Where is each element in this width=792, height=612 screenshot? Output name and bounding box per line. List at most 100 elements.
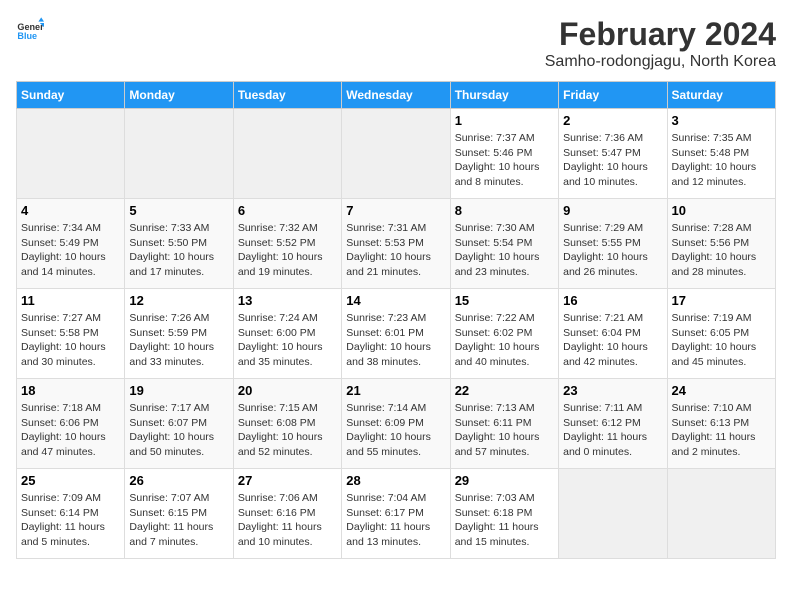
- day-number: 22: [455, 383, 554, 398]
- calendar-cell: 13 Sunrise: 7:24 AM Sunset: 6:00 PM Dayli…: [233, 289, 341, 379]
- day-number: 20: [238, 383, 337, 398]
- calendar-cell: 19 Sunrise: 7:17 AM Sunset: 6:07 PM Dayli…: [125, 379, 233, 469]
- cell-content: Sunrise: 7:24 AM Sunset: 6:00 PM Dayligh…: [238, 311, 337, 370]
- day-number: 15: [455, 293, 554, 308]
- cell-content: Sunrise: 7:22 AM Sunset: 6:02 PM Dayligh…: [455, 311, 554, 370]
- day-number: 6: [238, 203, 337, 218]
- calendar-cell: 17 Sunrise: 7:19 AM Sunset: 6:05 PM Dayli…: [667, 289, 775, 379]
- cell-content: Sunrise: 7:27 AM Sunset: 5:58 PM Dayligh…: [21, 311, 120, 370]
- day-number: 24: [672, 383, 771, 398]
- calendar-cell: 9Sunrise: 7:29 AM Sunset: 5:55 PM Daylig…: [559, 199, 667, 289]
- day-number: 11: [21, 293, 120, 308]
- calendar-cell: 11 Sunrise: 7:27 AM Sunset: 5:58 PM Dayli…: [17, 289, 125, 379]
- calendar-cell: 29 Sunrise: 7:03 AM Sunset: 6:18 PM Dayli…: [450, 469, 558, 559]
- calendar-table: SundayMondayTuesdayWednesdayThursdayFrid…: [16, 81, 776, 559]
- day-number: 7: [346, 203, 445, 218]
- day-header: Monday: [125, 82, 233, 109]
- calendar-cell: 24 Sunrise: 7:10 AM Sunset: 6:13 PM Dayli…: [667, 379, 775, 469]
- cell-content: Sunrise: 7:11 AM Sunset: 6:12 PM Dayligh…: [563, 401, 662, 460]
- calendar-cell: 2 Sunrise: 7:36 AM Sunset: 5:47 PM Daylig…: [559, 109, 667, 199]
- day-header: Saturday: [667, 82, 775, 109]
- header-row: SundayMondayTuesdayWednesdayThursdayFrid…: [17, 82, 776, 109]
- cell-content: Sunrise: 7:28 AM Sunset: 5:56 PM Dayligh…: [672, 221, 771, 280]
- calendar-cell: 28 Sunrise: 7:04 AM Sunset: 6:17 PM Dayli…: [342, 469, 450, 559]
- calendar-cell: 22 Sunrise: 7:13 AM Sunset: 6:11 PM Dayli…: [450, 379, 558, 469]
- cell-content: Sunrise: 7:18 AM Sunset: 6:06 PM Dayligh…: [21, 401, 120, 460]
- calendar-cell: [667, 469, 775, 559]
- day-number: 8: [455, 203, 554, 218]
- calendar-cell: [17, 109, 125, 199]
- cell-content: Sunrise: 7:07 AM Sunset: 6:15 PM Dayligh…: [129, 491, 228, 550]
- calendar-cell: 1Sunrise: 7:37 AM Sunset: 5:46 PM Daylig…: [450, 109, 558, 199]
- cell-content: Sunrise: 7:36 AM Sunset: 5:47 PM Dayligh…: [563, 131, 662, 190]
- cell-content: Sunrise: 7:03 AM Sunset: 6:18 PM Dayligh…: [455, 491, 554, 550]
- svg-text:Blue: Blue: [17, 31, 37, 41]
- day-number: 16: [563, 293, 662, 308]
- day-number: 18: [21, 383, 120, 398]
- day-number: 1: [455, 113, 554, 128]
- calendar-week-row: 11 Sunrise: 7:27 AM Sunset: 5:58 PM Dayli…: [17, 289, 776, 379]
- day-header: Tuesday: [233, 82, 341, 109]
- day-header: Sunday: [17, 82, 125, 109]
- day-number: 4: [21, 203, 120, 218]
- day-number: 28: [346, 473, 445, 488]
- day-number: 29: [455, 473, 554, 488]
- logo-icon: General Blue: [16, 16, 44, 44]
- calendar-cell: [125, 109, 233, 199]
- day-number: 26: [129, 473, 228, 488]
- day-header: Thursday: [450, 82, 558, 109]
- cell-content: Sunrise: 7:13 AM Sunset: 6:11 PM Dayligh…: [455, 401, 554, 460]
- day-number: 19: [129, 383, 228, 398]
- cell-content: Sunrise: 7:06 AM Sunset: 6:16 PM Dayligh…: [238, 491, 337, 550]
- calendar-cell: 12 Sunrise: 7:26 AM Sunset: 5:59 PM Dayli…: [125, 289, 233, 379]
- day-number: 27: [238, 473, 337, 488]
- cell-content: Sunrise: 7:31 AM Sunset: 5:53 PM Dayligh…: [346, 221, 445, 280]
- day-number: 21: [346, 383, 445, 398]
- cell-content: Sunrise: 7:35 AM Sunset: 5:48 PM Dayligh…: [672, 131, 771, 190]
- cell-content: Sunrise: 7:10 AM Sunset: 6:13 PM Dayligh…: [672, 401, 771, 460]
- day-number: 13: [238, 293, 337, 308]
- header: General Blue February 2024 Samho-rodongj…: [16, 16, 776, 71]
- calendar-cell: 10 Sunrise: 7:28 AM Sunset: 5:56 PM Dayli…: [667, 199, 775, 289]
- cell-content: Sunrise: 7:04 AM Sunset: 6:17 PM Dayligh…: [346, 491, 445, 550]
- cell-content: Sunrise: 7:26 AM Sunset: 5:59 PM Dayligh…: [129, 311, 228, 370]
- calendar-cell: 26 Sunrise: 7:07 AM Sunset: 6:15 PM Dayli…: [125, 469, 233, 559]
- calendar-cell: [233, 109, 341, 199]
- calendar-cell: 5 Sunrise: 7:33 AM Sunset: 5:50 PM Daylig…: [125, 199, 233, 289]
- calendar-cell: 27 Sunrise: 7:06 AM Sunset: 6:16 PM Dayli…: [233, 469, 341, 559]
- cell-content: Sunrise: 7:15 AM Sunset: 6:08 PM Dayligh…: [238, 401, 337, 460]
- day-number: 9: [563, 203, 662, 218]
- calendar-cell: [559, 469, 667, 559]
- calendar-cell: 23 Sunrise: 7:11 AM Sunset: 6:12 PM Dayli…: [559, 379, 667, 469]
- cell-content: Sunrise: 7:17 AM Sunset: 6:07 PM Dayligh…: [129, 401, 228, 460]
- day-number: 10: [672, 203, 771, 218]
- day-number: 2: [563, 113, 662, 128]
- calendar-week-row: 1Sunrise: 7:37 AM Sunset: 5:46 PM Daylig…: [17, 109, 776, 199]
- calendar-cell: 16Sunrise: 7:21 AM Sunset: 6:04 PM Dayli…: [559, 289, 667, 379]
- calendar-cell: [342, 109, 450, 199]
- calendar-cell: 20 Sunrise: 7:15 AM Sunset: 6:08 PM Dayli…: [233, 379, 341, 469]
- calendar-cell: 6 Sunrise: 7:32 AM Sunset: 5:52 PM Daylig…: [233, 199, 341, 289]
- subtitle: Samho-rodongjagu, North Korea: [545, 53, 776, 71]
- day-number: 12: [129, 293, 228, 308]
- calendar-cell: 15 Sunrise: 7:22 AM Sunset: 6:02 PM Dayli…: [450, 289, 558, 379]
- logo: General Blue: [16, 16, 44, 44]
- day-number: 5: [129, 203, 228, 218]
- cell-content: Sunrise: 7:32 AM Sunset: 5:52 PM Dayligh…: [238, 221, 337, 280]
- cell-content: Sunrise: 7:14 AM Sunset: 6:09 PM Dayligh…: [346, 401, 445, 460]
- day-number: 17: [672, 293, 771, 308]
- calendar-week-row: 25 Sunrise: 7:09 AM Sunset: 6:14 PM Dayli…: [17, 469, 776, 559]
- calendar-week-row: 18 Sunrise: 7:18 AM Sunset: 6:06 PM Dayli…: [17, 379, 776, 469]
- day-number: 23: [563, 383, 662, 398]
- cell-content: Sunrise: 7:30 AM Sunset: 5:54 PM Dayligh…: [455, 221, 554, 280]
- cell-content: Sunrise: 7:09 AM Sunset: 6:14 PM Dayligh…: [21, 491, 120, 550]
- cell-content: Sunrise: 7:33 AM Sunset: 5:50 PM Dayligh…: [129, 221, 228, 280]
- calendar-cell: 18 Sunrise: 7:18 AM Sunset: 6:06 PM Dayli…: [17, 379, 125, 469]
- calendar-cell: 3Sunrise: 7:35 AM Sunset: 5:48 PM Daylig…: [667, 109, 775, 199]
- cell-content: Sunrise: 7:19 AM Sunset: 6:05 PM Dayligh…: [672, 311, 771, 370]
- calendar-cell: 21 Sunrise: 7:14 AM Sunset: 6:09 PM Dayli…: [342, 379, 450, 469]
- day-header: Friday: [559, 82, 667, 109]
- day-header: Wednesday: [342, 82, 450, 109]
- day-number: 25: [21, 473, 120, 488]
- calendar-week-row: 4Sunrise: 7:34 AM Sunset: 5:49 PM Daylig…: [17, 199, 776, 289]
